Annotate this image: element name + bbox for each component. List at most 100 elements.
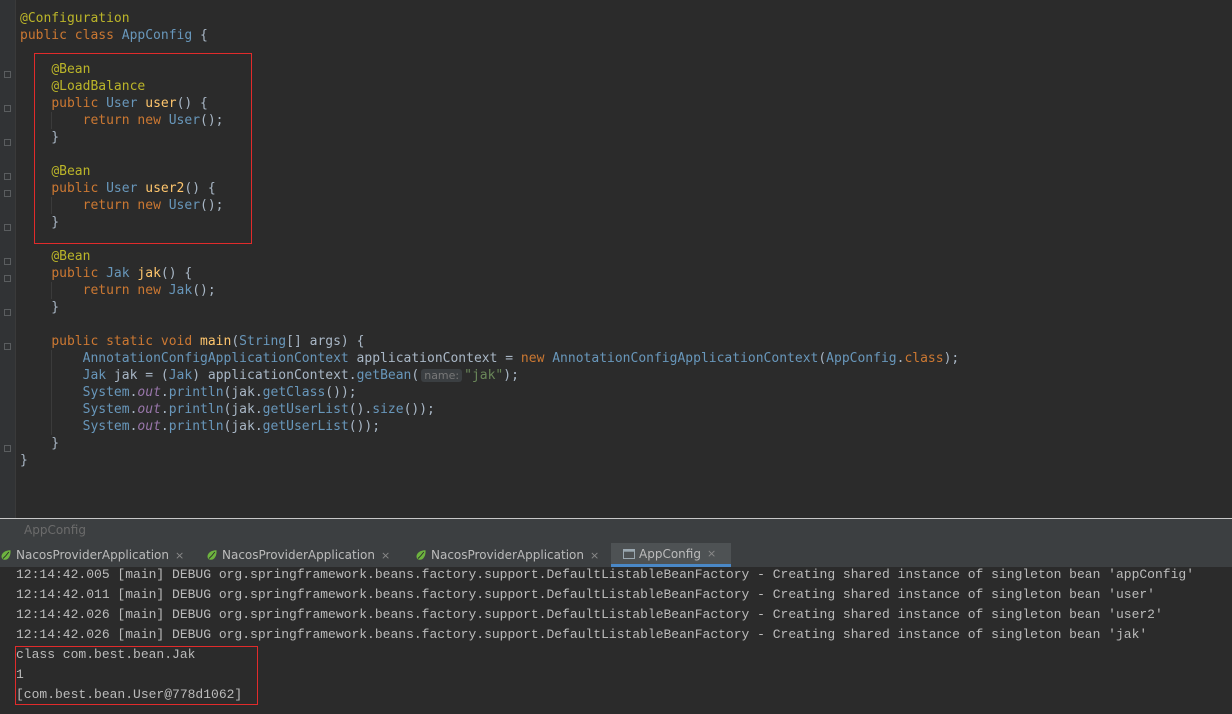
code-token: . xyxy=(160,419,169,434)
code-line[interactable]: public class AppConfig { xyxy=(20,27,1220,44)
code-line[interactable]: @LoadBalance xyxy=(20,78,1220,95)
code-token: ( xyxy=(818,351,827,366)
code-line[interactable]: @Bean xyxy=(20,61,1220,78)
fold-icon[interactable] xyxy=(4,173,11,180)
console-line: 12:14:42.026 [main] DEBUG org.springfram… xyxy=(16,607,1163,622)
code-line[interactable]: System.out.println(jak.getClass()); xyxy=(20,384,1220,401)
code-token: . xyxy=(160,402,169,417)
code-line[interactable]: } xyxy=(20,299,1220,316)
code-line[interactable]: } xyxy=(20,129,1220,146)
code-token: public class xyxy=(20,28,122,43)
code-line[interactable] xyxy=(20,44,1220,61)
fold-icon[interactable] xyxy=(4,445,11,452)
code-token: { xyxy=(192,28,208,43)
run-tab-nacos-1[interactable]: NacosProviderApplication × xyxy=(0,543,196,567)
code-line[interactable]: public User user() { xyxy=(20,95,1220,112)
console-output[interactable]: 12:14:42.005 [main] DEBUG org.springfram… xyxy=(0,567,1232,714)
code-token: println xyxy=(168,385,224,400)
indent-guide xyxy=(51,384,53,401)
code-token: getUserList xyxy=(262,419,349,434)
console-line: 12:14:42.011 [main] DEBUG org.springfram… xyxy=(16,587,1155,602)
close-icon[interactable]: × xyxy=(175,549,184,562)
fold-icon[interactable] xyxy=(4,190,11,197)
code-token: (). xyxy=(348,402,373,417)
code-token: . xyxy=(160,385,169,400)
code-line[interactable]: AnnotationConfigApplicationContext appli… xyxy=(20,350,1220,367)
code-line[interactable] xyxy=(20,146,1220,163)
fold-icon[interactable] xyxy=(4,309,11,316)
code-line[interactable]: } xyxy=(20,435,1220,452)
code-line[interactable]: System.out.println(jak.getUserList()); xyxy=(20,418,1220,435)
code-token: User xyxy=(106,96,138,111)
fold-icon[interactable] xyxy=(4,139,11,146)
code-token: Jak xyxy=(82,368,107,383)
code-token: println xyxy=(168,402,224,417)
indent-guide xyxy=(51,112,53,129)
code-token: applicationContext = xyxy=(348,351,521,366)
code-token: AnnotationConfigApplicationContext xyxy=(82,351,349,366)
code-editor[interactable]: @Configuration public class AppConfig { @… xyxy=(0,0,1232,518)
code-line[interactable]: @Bean xyxy=(20,163,1220,180)
code-token: return new xyxy=(82,283,169,298)
code-token: } xyxy=(20,215,60,230)
indent-guide xyxy=(51,350,53,367)
code-token: Jak xyxy=(106,266,130,281)
editor-gutter[interactable] xyxy=(0,0,16,518)
close-icon[interactable]: × xyxy=(707,547,716,560)
code-token: new xyxy=(520,351,553,366)
fold-icon[interactable] xyxy=(4,275,11,282)
run-tab-nacos-2[interactable]: NacosProviderApplication × xyxy=(206,543,406,567)
console-line: 12:14:42.005 [main] DEBUG org.springfram… xyxy=(16,567,1194,582)
run-tab-label: AppConfig xyxy=(639,546,701,561)
code-token: } xyxy=(20,453,28,468)
console-line: 1 xyxy=(16,667,24,682)
code-token: AnnotationConfigApplicationContext xyxy=(552,351,819,366)
code-line[interactable] xyxy=(20,231,1220,248)
code-token: user2 xyxy=(145,181,185,196)
code-token: return new xyxy=(82,198,169,213)
code-token: ( xyxy=(231,334,240,349)
code-line[interactable]: @Bean xyxy=(20,248,1220,265)
code-line[interactable]: } xyxy=(20,452,1220,469)
fold-icon[interactable] xyxy=(4,71,11,78)
indent-guide xyxy=(51,197,53,214)
fold-icon[interactable] xyxy=(4,224,11,231)
breadcrumb-bar: AppConfig xyxy=(0,519,1232,543)
close-icon[interactable]: × xyxy=(381,549,390,562)
breadcrumb-class[interactable]: AppConfig xyxy=(24,523,86,537)
code-content[interactable]: @Configuration public class AppConfig { @… xyxy=(20,10,1220,469)
fold-icon[interactable] xyxy=(4,343,11,350)
code-token: AppConfig xyxy=(826,351,897,366)
code-line[interactable]: public User user2() { xyxy=(20,180,1220,197)
code-line[interactable]: } xyxy=(20,214,1220,231)
code-line[interactable]: @Configuration xyxy=(20,10,1220,27)
application-icon xyxy=(623,548,635,559)
code-token: @LoadBalance xyxy=(51,79,146,94)
code-line[interactable]: Jak jak = (Jak) applicationContext.getBe… xyxy=(20,367,1220,384)
code-token: (); xyxy=(200,198,224,213)
run-tab-nacos-3[interactable]: NacosProviderApplication × xyxy=(415,543,611,567)
console-line: class com.best.bean.Jak xyxy=(16,647,196,662)
fold-icon[interactable] xyxy=(4,105,11,112)
code-token: (jak. xyxy=(223,402,263,417)
code-token: (); xyxy=(192,283,216,298)
code-token: System xyxy=(82,402,130,417)
code-token: public xyxy=(51,266,107,281)
code-token: ); xyxy=(943,351,960,366)
code-line[interactable]: return new User(); xyxy=(20,112,1220,129)
code-token: () { xyxy=(184,181,216,196)
code-line[interactable]: public static void main(String[] args) { xyxy=(20,333,1220,350)
close-icon[interactable]: × xyxy=(590,549,599,562)
code-token: AppConfig xyxy=(121,28,193,43)
code-token: () { xyxy=(160,266,193,281)
code-line[interactable]: System.out.println(jak.getUserList().siz… xyxy=(20,401,1220,418)
fold-icon[interactable] xyxy=(4,258,11,265)
code-token: @Bean xyxy=(51,62,91,77)
run-tab-appconfig[interactable]: AppConfig × xyxy=(611,543,731,567)
code-line[interactable] xyxy=(20,316,1220,333)
code-line[interactable]: return new Jak(); xyxy=(20,282,1220,299)
code-line[interactable]: public Jak jak() { xyxy=(20,265,1220,282)
code-line[interactable]: return new User(); xyxy=(20,197,1220,214)
